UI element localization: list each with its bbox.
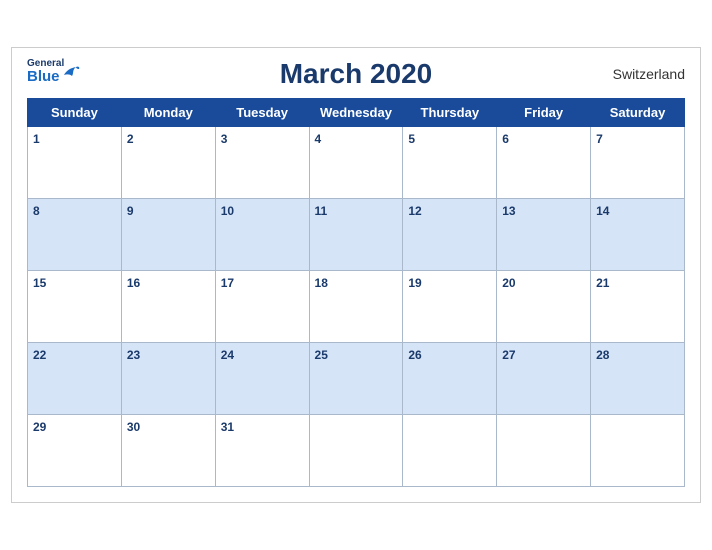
day-number: 18 <box>315 276 328 290</box>
day-number: 27 <box>502 348 515 362</box>
day-number: 24 <box>221 348 234 362</box>
week-row-4: 22 23 24 25 26 27 28 <box>28 343 685 415</box>
day-number: 11 <box>315 204 328 218</box>
day-cell: 10 <box>215 199 309 271</box>
day-cell: 12 <box>403 199 497 271</box>
day-number: 26 <box>408 348 421 362</box>
day-cell: 14 <box>591 199 685 271</box>
day-cell: 22 <box>28 343 122 415</box>
day-number: 29 <box>33 420 46 434</box>
day-number: 12 <box>408 204 421 218</box>
day-cell: 25 <box>309 343 403 415</box>
day-number: 20 <box>502 276 515 290</box>
header-monday: Monday <box>121 99 215 127</box>
day-cell: 29 <box>28 415 122 487</box>
day-cell: 27 <box>497 343 591 415</box>
logo-blue-text: Blue <box>27 69 60 84</box>
logo: General Blue <box>27 58 80 84</box>
day-cell: 16 <box>121 271 215 343</box>
day-cell: 23 <box>121 343 215 415</box>
day-cell: 26 <box>403 343 497 415</box>
day-number: 22 <box>33 348 46 362</box>
day-cell: 30 <box>121 415 215 487</box>
day-number: 30 <box>127 420 140 434</box>
day-cell: 7 <box>591 127 685 199</box>
day-number: 25 <box>315 348 328 362</box>
calendar-table: Sunday Monday Tuesday Wednesday Thursday… <box>27 98 685 487</box>
day-number: 4 <box>315 132 322 146</box>
day-cell: 17 <box>215 271 309 343</box>
day-cell <box>403 415 497 487</box>
header-wednesday: Wednesday <box>309 99 403 127</box>
day-number: 6 <box>502 132 509 146</box>
day-cell: 9 <box>121 199 215 271</box>
day-cell: 24 <box>215 343 309 415</box>
day-number: 3 <box>221 132 228 146</box>
day-cell: 18 <box>309 271 403 343</box>
day-cell: 20 <box>497 271 591 343</box>
day-cell: 31 <box>215 415 309 487</box>
header-friday: Friday <box>497 99 591 127</box>
day-number: 9 <box>127 204 134 218</box>
day-number: 5 <box>408 132 415 146</box>
day-cell: 21 <box>591 271 685 343</box>
day-cell: 2 <box>121 127 215 199</box>
day-number: 1 <box>33 132 40 146</box>
calendar-header: General Blue March 2020 Switzerland <box>27 58 685 90</box>
day-cell: 15 <box>28 271 122 343</box>
day-cell: 1 <box>28 127 122 199</box>
day-cell <box>497 415 591 487</box>
day-number: 15 <box>33 276 46 290</box>
week-row-2: 8 9 10 11 12 13 14 <box>28 199 685 271</box>
week-row-5: 29 30 31 <box>28 415 685 487</box>
calendar-container: General Blue March 2020 Switzerland Sund… <box>11 47 701 503</box>
day-cell <box>591 415 685 487</box>
weekday-header-row: Sunday Monday Tuesday Wednesday Thursday… <box>28 99 685 127</box>
day-number: 17 <box>221 276 234 290</box>
day-cell: 19 <box>403 271 497 343</box>
month-title: March 2020 <box>280 58 433 90</box>
day-cell: 5 <box>403 127 497 199</box>
day-number: 31 <box>221 420 234 434</box>
day-number: 13 <box>502 204 515 218</box>
day-cell: 6 <box>497 127 591 199</box>
day-cell <box>309 415 403 487</box>
bird-icon <box>62 65 80 84</box>
day-number: 8 <box>33 204 40 218</box>
day-number: 10 <box>221 204 234 218</box>
day-number: 28 <box>596 348 609 362</box>
day-cell: 28 <box>591 343 685 415</box>
header-sunday: Sunday <box>28 99 122 127</box>
day-number: 23 <box>127 348 140 362</box>
day-number: 2 <box>127 132 134 146</box>
country-label: Switzerland <box>613 66 685 82</box>
day-cell: 13 <box>497 199 591 271</box>
week-row-1: 1 2 3 4 5 6 7 <box>28 127 685 199</box>
day-number: 14 <box>596 204 609 218</box>
day-cell: 3 <box>215 127 309 199</box>
day-cell: 11 <box>309 199 403 271</box>
header-tuesday: Tuesday <box>215 99 309 127</box>
header-thursday: Thursday <box>403 99 497 127</box>
day-number: 21 <box>596 276 609 290</box>
day-number: 7 <box>596 132 603 146</box>
day-number: 16 <box>127 276 140 290</box>
day-cell: 4 <box>309 127 403 199</box>
header-saturday: Saturday <box>591 99 685 127</box>
day-number: 19 <box>408 276 421 290</box>
week-row-3: 15 16 17 18 19 20 21 <box>28 271 685 343</box>
day-cell: 8 <box>28 199 122 271</box>
